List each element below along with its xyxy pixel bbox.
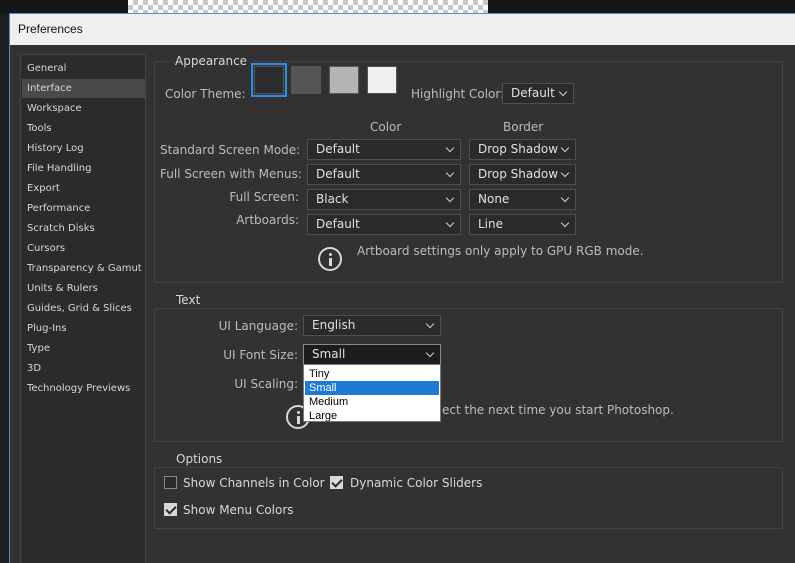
sidebar-item-interface[interactable]: Interface [22,79,145,98]
border-column-header: Border [503,120,544,134]
ui-font-size-dropdown-list: Tiny Small Medium Large [303,364,441,422]
sidebar-item-type[interactable]: Type [22,339,145,358]
sidebar-item-tools[interactable]: Tools [22,119,145,138]
restart-info-note: ect the next time you start Photoshop. [442,403,674,417]
full-screen-menus-label: Full Screen with Menus: [160,167,302,181]
standard-screen-mode-border-select[interactable]: Drop Shadow [469,139,576,160]
sidebar-item-3d[interactable]: 3D [22,359,145,378]
standard-screen-mode-border-value: Drop Shadow [478,142,559,156]
sidebar-item-file-handling[interactable]: File Handling [22,159,145,178]
full-screen-menus-border-value: Drop Shadow [478,167,559,181]
chevron-down-icon [561,215,571,234]
font-size-option-medium[interactable]: Medium [305,395,439,409]
sidebar-item-performance[interactable]: Performance [22,199,145,218]
options-section-title: Options [170,452,229,466]
chevron-down-icon [559,84,569,103]
sidebar-item-history-log[interactable]: History Log [22,139,145,158]
info-icon [318,247,342,271]
show-menu-colors-label: Show Menu Colors [183,503,294,517]
title-bar: Preferences [10,14,795,45]
theme-swatch-lightest[interactable] [367,66,397,94]
artboards-color-select[interactable]: Default [307,214,461,235]
dialog-title: Preferences [18,22,83,36]
chevron-down-icon [426,316,436,335]
chevron-down-icon [446,215,456,234]
sidebar-item-units-rulers[interactable]: Units & Rulers [22,279,145,298]
highlight-color-value: Default [511,86,555,100]
artboards-label: Artboards: [236,213,299,227]
ui-font-size-select[interactable]: Small [303,344,441,365]
ui-scaling-label: UI Scaling: [234,377,298,391]
standard-screen-mode-color-select[interactable]: Default [307,139,461,160]
dynamic-sliders-checkbox[interactable] [330,476,343,489]
full-screen-border-select[interactable]: None [469,189,576,210]
sidebar-item-export[interactable]: Export [22,179,145,198]
full-screen-label: Full Screen: [229,190,299,204]
sidebar-item-technology-previews[interactable]: Technology Previews [22,379,145,398]
sidebar-item-cursors[interactable]: Cursors [22,239,145,258]
full-screen-menus-border-select[interactable]: Drop Shadow [469,164,576,185]
show-channels-label: Show Channels in Color [183,476,325,490]
ui-language-value: English [312,318,356,332]
color-column-header: Color [370,120,402,134]
ui-font-size-value: Small [312,347,346,361]
chevron-down-icon [446,140,456,159]
artboards-border-value: Line [478,217,504,231]
theme-swatch-light[interactable] [329,66,359,94]
highlight-color-select[interactable]: Default [502,83,574,104]
sidebar-item-plug-ins[interactable]: Plug-Ins [22,319,145,338]
color-theme-label: Color Theme: [165,87,246,101]
full-screen-color-value: Black [316,192,349,206]
chevron-down-icon [561,165,571,184]
font-size-option-large[interactable]: Large [305,409,439,423]
text-section-title: Text [170,293,207,307]
ui-language-label: UI Language: [218,319,298,333]
font-size-option-small[interactable]: Small [305,381,439,395]
chevron-down-icon [446,190,456,209]
full-screen-menus-color-select[interactable]: Default [307,164,461,185]
transparency-checkerboard [128,0,488,13]
artboards-color-value: Default [316,217,360,231]
font-size-option-tiny[interactable]: Tiny [305,367,439,381]
chevron-down-icon [426,345,436,364]
standard-screen-mode-color-value: Default [316,142,360,156]
appearance-section-title: Appearance [169,54,254,68]
artboards-border-select[interactable]: Line [469,214,576,235]
theme-swatch-dark[interactable] [291,66,321,94]
show-menu-colors-checkbox[interactable] [164,503,177,516]
full-screen-border-value: None [478,192,510,206]
show-channels-checkbox[interactable] [164,476,177,489]
sidebar-item-guides-grid-slices[interactable]: Guides, Grid & Slices [22,299,145,318]
category-sidebar: General Interface Workspace Tools Histor… [20,54,146,563]
chevron-down-icon [446,165,456,184]
highlight-color-label: Highlight Color: [411,87,505,101]
chevron-down-icon [561,190,571,209]
sidebar-item-general[interactable]: General [22,59,145,78]
standard-screen-mode-label: Standard Screen Mode: [160,143,301,157]
ui-font-size-label: UI Font Size: [223,348,298,362]
full-screen-color-select[interactable]: Black [307,189,461,210]
dynamic-sliders-label: Dynamic Color Sliders [350,476,483,490]
artboard-info-note: Artboard settings only apply to GPU RGB … [357,244,644,258]
sidebar-item-scratch-disks[interactable]: Scratch Disks [22,219,145,238]
ui-language-select[interactable]: English [303,315,441,336]
theme-swatch-darkest[interactable] [251,63,287,97]
chevron-down-icon [561,140,571,159]
full-screen-menus-color-value: Default [316,167,360,181]
sidebar-item-transparency-gamut[interactable]: Transparency & Gamut [22,259,145,278]
sidebar-item-workspace[interactable]: Workspace [22,99,145,118]
